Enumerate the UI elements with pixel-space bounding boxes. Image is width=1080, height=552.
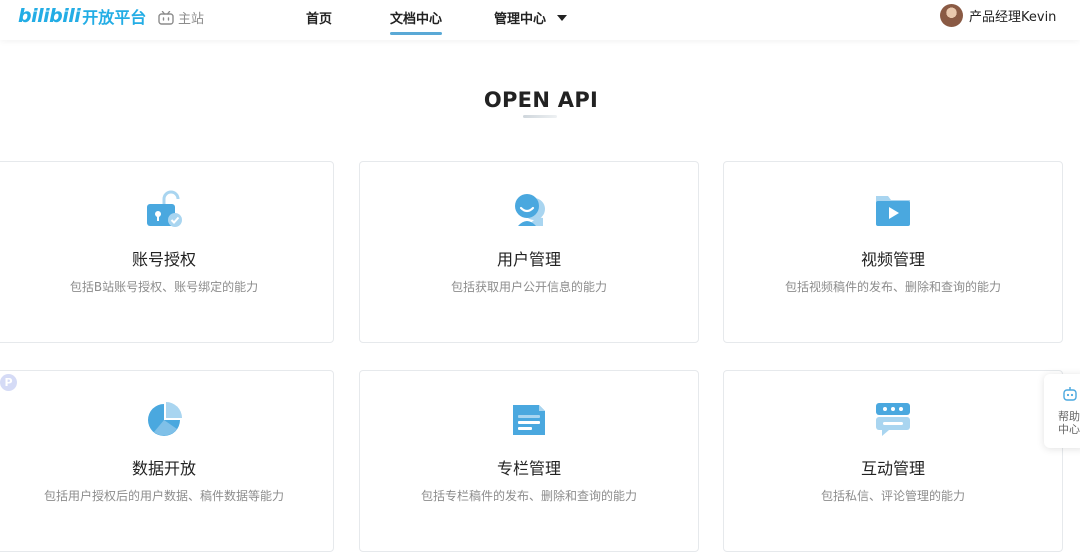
card-title: 用户管理 <box>496 250 561 269</box>
video-folder-icon <box>724 190 1062 230</box>
nav-home[interactable]: 首页 <box>306 8 332 27</box>
help-center-button[interactable]: 帮助中心 <box>1044 374 1080 448</box>
card-video-management[interactable]: 视频管理 包括视频稿件的发布、删除和查询的能力 <box>723 161 1063 343</box>
card-title: 视频管理 <box>860 250 925 269</box>
p-badge-icon[interactable]: P <box>0 374 17 391</box>
card-description: 包括用户授权后的用户数据、稿件数据等能力 <box>43 489 284 503</box>
nav-docs[interactable]: 文档中心 <box>390 8 443 35</box>
help-center-label: 帮助中心 <box>1058 410 1080 436</box>
nav-docs-label: 文档中心 <box>390 12 443 27</box>
user-name: 产品经理Kevin <box>969 10 1057 25</box>
nav-management[interactable]: 管理中心 <box>494 8 567 27</box>
card-description: 包括私信、评论管理的能力 <box>820 489 965 503</box>
nav-home-label: 首页 <box>306 12 333 27</box>
card-interaction-management[interactable]: 互动管理 包括私信、评论管理的能力 <box>723 370 1063 552</box>
card-description: 包括获取用户公开信息的能力 <box>450 280 607 294</box>
main-site-link[interactable]: 主站 <box>158 8 204 27</box>
chat-icon <box>724 399 1062 439</box>
bilibili-open-platform-logo[interactable]: bilibili 开放平台 <box>18 4 146 28</box>
card-title: 专栏管理 <box>496 459 561 478</box>
tv-icon <box>158 10 174 25</box>
lock-icon <box>0 190 333 230</box>
pie-chart-icon <box>0 399 333 439</box>
title-underline <box>523 115 557 118</box>
caret-down-icon <box>556 15 567 21</box>
card-title: 数据开放 <box>131 459 196 478</box>
main-site-label: 主站 <box>178 12 205 27</box>
card-user-management[interactable]: 用户管理 包括获取用户公开信息的能力 <box>359 161 699 343</box>
card-title: 账号授权 <box>131 250 196 269</box>
page-title: OPEN API <box>483 88 599 112</box>
user-icon <box>360 190 698 230</box>
card-column-management[interactable]: 专栏管理 包括专栏稿件的发布、删除和查询的能力 <box>359 370 699 552</box>
card-description: 包括专栏稿件的发布、删除和查询的能力 <box>420 489 637 503</box>
top-header: bilibili 开放平台 主站 首页 文档中心 管理中心 产品经理Kevin <box>0 0 1080 40</box>
card-data-open[interactable]: 数据开放 包括用户授权后的用户数据、稿件数据等能力 <box>0 370 334 552</box>
article-icon <box>360 399 698 439</box>
card-description: 包括视频稿件的发布、删除和查询的能力 <box>784 280 1001 294</box>
user-menu[interactable]: 产品经理Kevin <box>940 4 1056 27</box>
card-account-auth[interactable]: 账号授权 包括B站账号授权、账号绑定的能力 <box>0 161 334 343</box>
robot-icon <box>1063 387 1077 401</box>
logo-brand-text: bilibili <box>18 5 81 27</box>
avatar <box>940 4 963 27</box>
logo-sub-text: 开放平台 <box>82 8 147 27</box>
nav-management-label: 管理中心 <box>494 12 547 27</box>
card-title: 互动管理 <box>860 459 925 478</box>
card-description: 包括B站账号授权、账号绑定的能力 <box>69 280 259 294</box>
